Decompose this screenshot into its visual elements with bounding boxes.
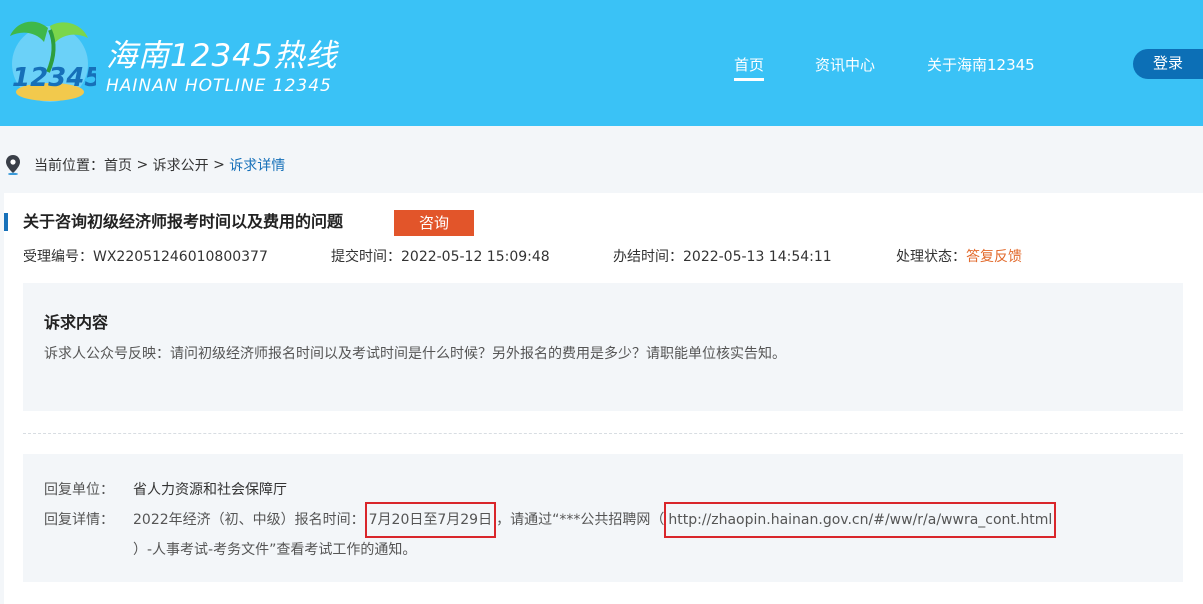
breadcrumb-home[interactable]: 首页 — [104, 155, 132, 175]
meta-id: 受理编号：WX22051246010800377 — [23, 249, 268, 265]
category-tag: 咨询 — [394, 210, 474, 236]
page-title: 关于咨询初级经济师报考时间以及费用的问题 — [23, 212, 344, 231]
brand-name-cn: 海南12345热线 — [106, 38, 338, 74]
request-content-box: 诉求内容 诉求人公众号反映：请问初级经济师报名时间以及考试时间是什么时候？另外报… — [23, 283, 1183, 411]
reply-box: 回复单位： 省人力资源和社会保障厅 回复详情： 2022年经济（初、中级）报名时间：… — [23, 454, 1183, 582]
request-text: 诉求人公众号反映：请问初级经济师报名时间以及考试时间是什么时候？另外报名的费用是… — [44, 346, 786, 362]
login-button[interactable]: 登录 — [1133, 49, 1203, 79]
done-time: 2022-05-13 14:54:11 — [683, 249, 832, 265]
brand: 海南12345热线 HAINAN HOTLINE 12345 — [106, 38, 338, 96]
reply-unit: 省人力资源和社会保障厅 — [133, 482, 287, 498]
reply-detail-row: 回复详情： 2022年经济（初、中级）报名时间： 7月20日至7月29日 ，请通过“*… — [44, 502, 1057, 538]
svg-text:12345: 12345 — [12, 63, 96, 93]
breadcrumb-current: 诉求详情 — [229, 158, 286, 174]
brand-name-en: HAINAN HOTLINE 12345 — [106, 76, 332, 96]
meta-done-time: 办结时间：2022-05-13 14:54:11 — [613, 249, 832, 265]
nav-home[interactable]: 首页 — [734, 55, 765, 81]
breadcrumb-separator: > — [208, 157, 230, 173]
site-header: 12345 海南12345热线 HAINAN HOTLINE 12345 首页 … — [0, 0, 1203, 126]
hotline-logo-icon[interactable]: 12345 — [4, 14, 96, 106]
reply-detail-row-2: ）-人事考试-考务文件”查看考试工作的通知。 — [133, 542, 417, 558]
nav-about[interactable]: 关于海南12345 — [927, 55, 1035, 75]
nav-news[interactable]: 资讯中心 — [815, 55, 875, 75]
request-title: 诉求内容 — [44, 313, 109, 332]
breadcrumb-public[interactable]: 诉求公开 — [153, 155, 209, 175]
highlight-url-link[interactable]: http://zhaopin.hainan.gov.cn/#/ww/r/a/ww… — [664, 502, 1057, 538]
divider — [23, 433, 1183, 434]
title-accent-bar — [4, 213, 8, 231]
reply-unit-row: 回复单位： 省人力资源和社会保障厅 — [44, 482, 287, 498]
highlight-date: 7月20日至7月29日 — [364, 502, 497, 538]
breadcrumb-separator: > — [132, 157, 153, 173]
status-badge: 答复反馈 — [966, 249, 1022, 265]
location-pin-icon — [6, 155, 20, 175]
meta-submit-time: 提交时间：2022-05-12 15:09:48 — [331, 249, 550, 265]
case-id: WX22051246010800377 — [93, 249, 268, 265]
detail-card: 关于咨询初级经济师报考时间以及费用的问题 咨询 受理编号：WX220512460… — [4, 193, 1203, 604]
submit-time: 2022-05-12 15:09:48 — [401, 249, 550, 265]
meta-status: 处理状态：答复反馈 — [896, 249, 1022, 265]
breadcrumb: 当前位置： 首页 > 诉求公开 > 诉求详情 — [6, 154, 285, 176]
breadcrumb-prefix: 当前位置： — [34, 158, 104, 174]
